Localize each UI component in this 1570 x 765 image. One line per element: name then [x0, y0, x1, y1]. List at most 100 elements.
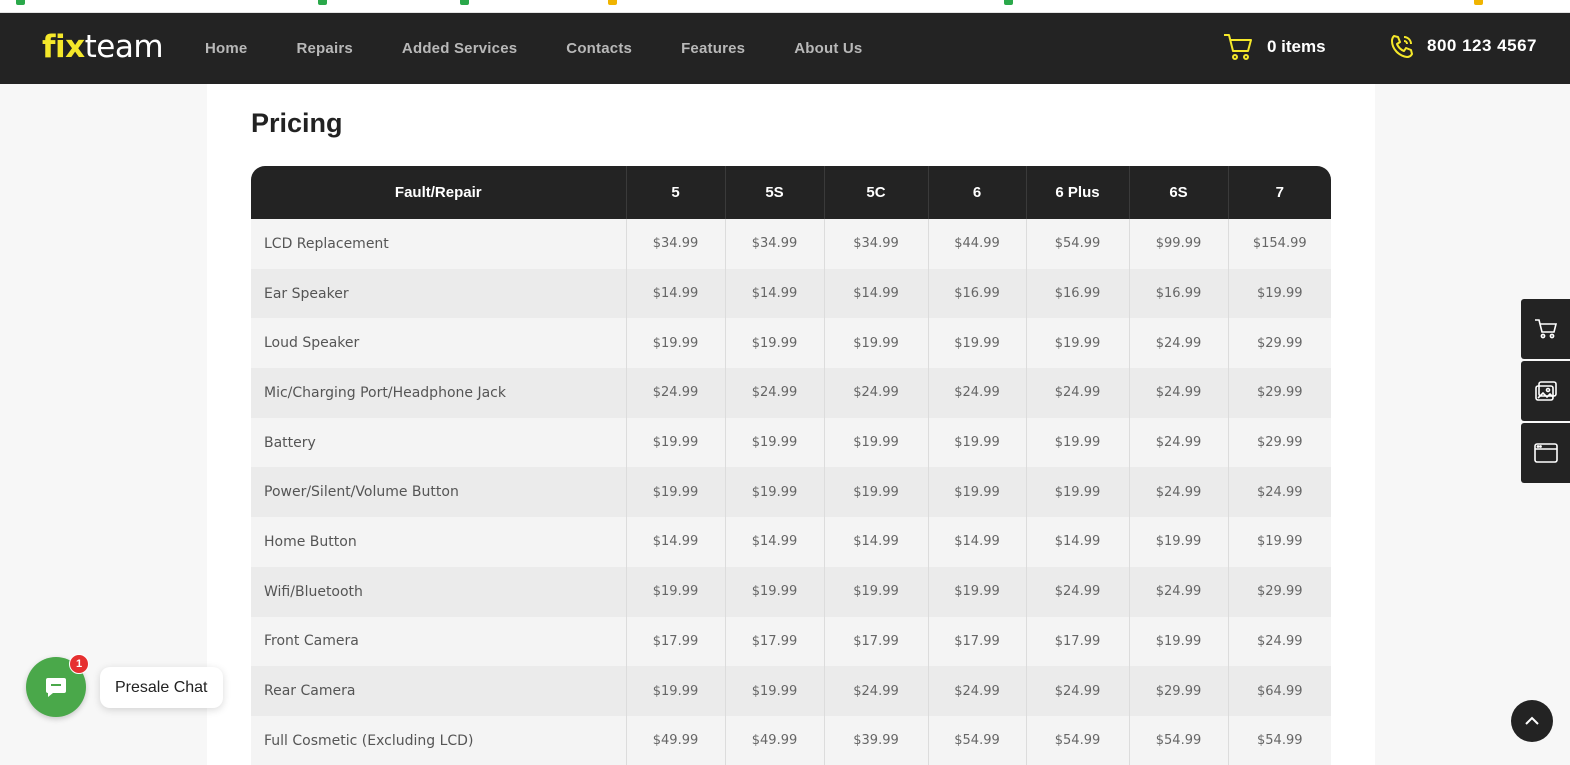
column-header-model: 5C: [824, 166, 929, 219]
price-cell: $19.99: [928, 467, 1027, 518]
price-cell: $29.99: [1257, 435, 1303, 451]
repair-name-cell: Front Camera: [251, 616, 627, 667]
price-cell: $19.99: [626, 417, 726, 468]
nav-home[interactable]: Home: [205, 40, 247, 57]
presale-chat-label[interactable]: Presale Chat: [100, 667, 223, 708]
logo-fix-text: fix: [42, 29, 85, 65]
table-row: Ear Speaker $14.99 $14.99 $14.99 $16.99 $16.9…: [251, 268, 1331, 319]
cart-button[interactable]: 0 items: [1223, 33, 1326, 61]
price-cell: $19.99: [824, 318, 929, 369]
price-cell: $49.99: [626, 715, 726, 765]
price-cell: $19.99: [1129, 616, 1229, 667]
price-cell: $44.99: [928, 219, 1027, 269]
price-cell: $14.99: [824, 517, 929, 567]
table-row: Full Cosmetic (Excluding LCD) $49.99 $49.9…: [251, 715, 1331, 765]
table-row: Loud Speaker $19.99 $19.99 $19.99 $19.99 $19.…: [251, 318, 1331, 369]
price-cell: $17.99: [928, 616, 1027, 667]
bookmarks-bar-strip: [0, 0, 1570, 13]
phone-icon: [1391, 35, 1413, 58]
phone-number: 800 123 4567: [1427, 36, 1537, 55]
price-cell: $29.99: [1257, 584, 1303, 600]
side-window-button[interactable]: [1521, 423, 1570, 483]
gallery-icon: [1534, 381, 1557, 401]
nav-about-us[interactable]: About Us: [794, 40, 862, 57]
price-cell: $19.99: [626, 566, 726, 617]
price-cell: $24.99: [1257, 484, 1303, 500]
repair-name-cell: LCD Replacement: [251, 219, 627, 269]
price-cell: $54.99: [1257, 733, 1303, 749]
price-cell: $54.99: [928, 715, 1027, 765]
price-cell: $54.99: [1026, 715, 1130, 765]
nav-repairs[interactable]: Repairs: [296, 40, 352, 57]
price-cell: $24.99: [928, 368, 1027, 418]
side-gallery-button[interactable]: [1521, 361, 1570, 421]
price-cell: $19.99: [725, 566, 825, 617]
price-cell: $19.99: [725, 318, 825, 369]
cart-icon: [1534, 319, 1557, 339]
table-row: LCD Replacement $34.99 $34.99 $34.99 $44.99 $…: [251, 219, 1331, 269]
price-cell: $19.99: [1026, 467, 1130, 518]
price-cell: $34.99: [725, 219, 825, 269]
repair-name-cell: Wifi/Bluetooth: [251, 566, 627, 617]
pricing-table-wrapper: Fault/Repair 5 5S 5C 6 6 Plus 6S 7 LCD Replacem…: [251, 166, 1331, 765]
repair-name-cell: Ear Speaker: [251, 268, 627, 319]
price-cell: $29.99: [1129, 666, 1229, 716]
price-cell: $19.99: [824, 566, 929, 617]
price-cell: $19.99: [1257, 286, 1303, 302]
price-cell: $34.99: [824, 219, 929, 269]
price-cell: $19.99: [1026, 417, 1130, 468]
site-logo[interactable]: fixteam: [42, 29, 164, 65]
price-cell: $14.99: [725, 268, 825, 319]
logo-team-text: team: [84, 29, 164, 65]
price-cell: $19.99: [824, 467, 929, 518]
price-cell: $19.99: [1129, 517, 1229, 567]
price-cell: $24.99: [1026, 666, 1130, 716]
price-cell: $16.99: [1129, 268, 1229, 319]
repair-name-cell: Home Button: [251, 517, 627, 567]
price-cell: $19.99: [928, 318, 1027, 369]
price-cell: $19.99: [725, 417, 825, 468]
chat-unread-badge: 1: [69, 654, 89, 674]
price-cell: $54.99: [1026, 219, 1130, 269]
price-cell: $24.99: [928, 666, 1027, 716]
price-cell: $19.99: [928, 566, 1027, 617]
side-cart-button[interactable]: [1521, 299, 1570, 359]
repair-name-cell: Rear Camera: [251, 666, 627, 716]
price-cell: $39.99: [824, 715, 929, 765]
price-cell: $14.99: [626, 268, 726, 319]
page-title: Pricing: [251, 108, 343, 138]
price-cell: $17.99: [824, 616, 929, 667]
main-nav: Home Repairs Added Services Contacts Fea…: [205, 13, 862, 84]
table-row: Power/Silent/Volume Button $19.99 $19.99 $1…: [251, 467, 1331, 518]
column-header-model: 5S: [725, 166, 825, 219]
nav-contacts[interactable]: Contacts: [566, 40, 632, 57]
price-cell: $14.99: [824, 268, 929, 319]
column-header-model: 6: [928, 166, 1027, 219]
price-cell: $24.99: [1129, 566, 1229, 617]
nav-features[interactable]: Features: [681, 40, 745, 57]
pricing-section: Pricing Fault/Repair 5 5S 5C 6 6 Plus 6S 7 LCD …: [207, 84, 1375, 765]
price-cell: $17.99: [1026, 616, 1130, 667]
price-cell: $19.99: [725, 467, 825, 518]
price-cell: $54.99: [1129, 715, 1229, 765]
price-cell: $19.99: [928, 417, 1027, 468]
chevron-up-icon: [1525, 716, 1539, 725]
table-row: Front Camera $17.99 $17.99 $17.99 $17.99 $17.…: [251, 616, 1331, 667]
browser-window-icon: [1533, 443, 1558, 463]
price-cell: $24.99: [626, 368, 726, 418]
price-cell: $99.99: [1129, 219, 1229, 269]
phone-link[interactable]: 800 123 4567: [1389, 33, 1537, 59]
price-cell: $64.99: [1257, 683, 1303, 699]
cart-count: 0 items: [1267, 37, 1326, 56]
price-cell: $49.99: [725, 715, 825, 765]
nav-added-services[interactable]: Added Services: [402, 40, 517, 57]
price-cell: $19.99: [725, 666, 825, 716]
scroll-to-top-button[interactable]: [1511, 700, 1553, 742]
repair-name-cell: Full Cosmetic (Excluding LCD): [251, 715, 627, 765]
price-cell: $16.99: [928, 268, 1027, 319]
pricing-table: Fault/Repair 5 5S 5C 6 6 Plus 6S 7 LCD Replacem…: [251, 166, 1331, 765]
price-cell: $14.99: [1026, 517, 1130, 567]
price-cell: $19.99: [824, 417, 929, 468]
price-cell: $19.99: [626, 666, 726, 716]
side-toolbar: [1521, 299, 1570, 485]
